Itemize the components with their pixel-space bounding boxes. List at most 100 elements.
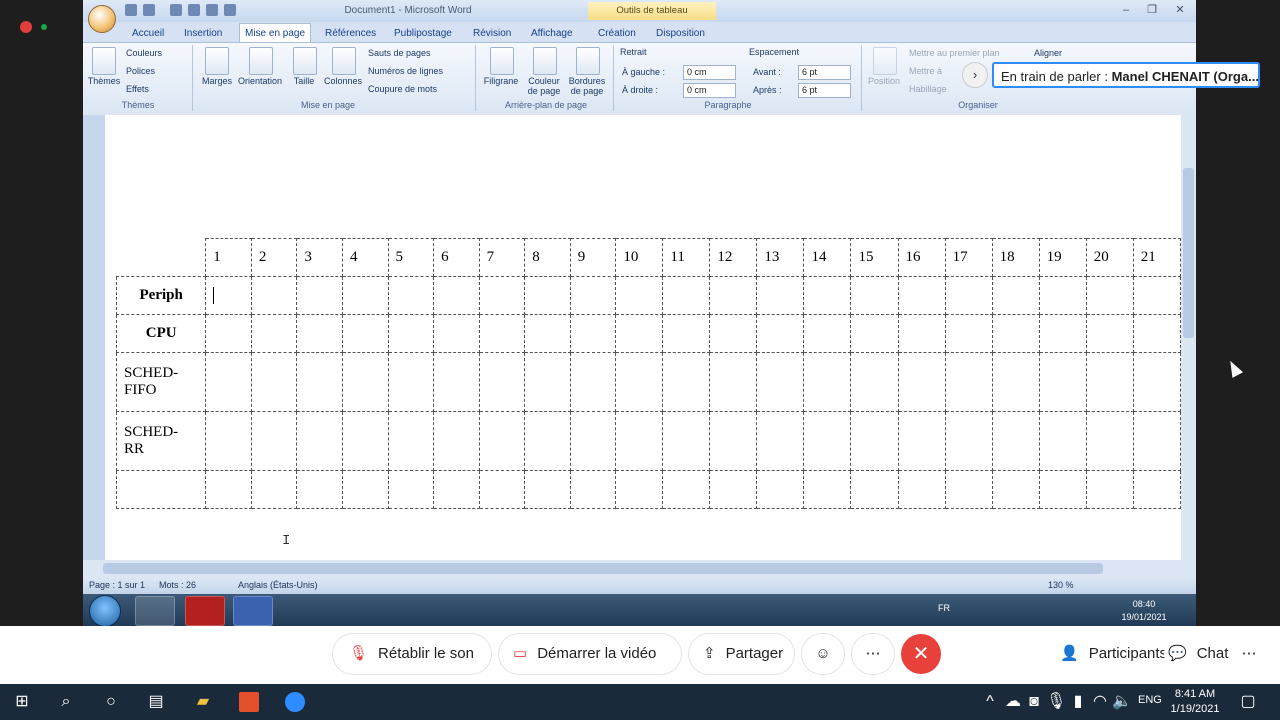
mic-icon[interactable]: 🎙 — [1046, 692, 1066, 712]
table-cell[interactable] — [296, 276, 343, 315]
col-header[interactable]: 17 — [944, 238, 993, 277]
tab-references[interactable]: Références — [325, 25, 376, 42]
clock[interactable]: 08:40 19/01/2021 — [1121, 598, 1167, 624]
table-cell[interactable] — [205, 314, 252, 353]
table-cell[interactable] — [205, 411, 252, 471]
document-page[interactable]: 1 2 3 4 5 6 7 8 9 10 11 12 13 14 15 16 1… — [105, 115, 1181, 560]
table-cell[interactable] — [615, 411, 664, 471]
col-header[interactable]: 2 — [250, 238, 298, 277]
numeros-de-lignes-button[interactable]: Numéros de lignes — [368, 66, 443, 76]
minimize-button[interactable]: – — [1117, 3, 1135, 17]
table-cell[interactable] — [387, 411, 435, 471]
horizontal-scroll-thumb[interactable] — [103, 563, 1103, 574]
clock[interactable]: 8:41 AM 1/19/2021 — [1164, 687, 1226, 717]
col-header[interactable]: 13 — [756, 238, 805, 277]
table-cell[interactable] — [756, 470, 805, 509]
tab-revision[interactable]: Révision — [473, 25, 511, 42]
table-cell[interactable] — [991, 352, 1040, 412]
table-cell[interactable] — [524, 276, 571, 315]
windows-start-icon[interactable]: ⊞ — [12, 692, 32, 712]
table-cell[interactable] — [991, 276, 1040, 315]
table-cell[interactable] — [478, 411, 526, 471]
search-icon[interactable]: ⌕ — [56, 692, 76, 712]
language-status[interactable]: Anglais (États-Unis) — [238, 580, 318, 590]
table-cell[interactable] — [1038, 470, 1087, 509]
table-cell[interactable] — [296, 411, 343, 471]
table-cell[interactable] — [944, 411, 993, 471]
table-cell[interactable] — [1132, 411, 1181, 471]
filigrane-button[interactable]: Filigrane — [479, 76, 523, 86]
tab-affichage[interactable]: Affichage — [531, 25, 573, 42]
col-header[interactable]: 3 — [296, 238, 343, 277]
espacement-apres-input[interactable]: 6 pt — [798, 83, 851, 98]
col-header[interactable]: 9 — [569, 238, 617, 277]
habillage-button[interactable]: Habillage — [909, 84, 947, 94]
table-cell[interactable] — [524, 470, 571, 509]
tab-creation[interactable]: Création — [598, 25, 636, 42]
table-cell[interactable] — [1085, 411, 1134, 471]
marges-button[interactable]: Marges — [197, 76, 237, 86]
zoom-level[interactable]: 130 % — [1048, 580, 1074, 590]
table-cell[interactable] — [205, 276, 252, 315]
redo-icon[interactable] — [170, 4, 182, 16]
table-cell[interactable] — [803, 411, 852, 471]
table-cell[interactable] — [1085, 352, 1134, 412]
table-cell[interactable] — [615, 314, 664, 353]
table-cell[interactable] — [341, 470, 389, 509]
table-cell[interactable] — [433, 470, 480, 509]
table-cell[interactable] — [662, 314, 711, 353]
notification-icon[interactable]: ▢ — [1238, 692, 1258, 712]
table-cell[interactable] — [803, 470, 852, 509]
close-button[interactable]: ✕ — [1171, 3, 1189, 17]
undo-icon[interactable] — [143, 4, 155, 16]
table-cell[interactable] — [569, 352, 617, 412]
volume-icon[interactable]: 🔈 — [1112, 692, 1132, 712]
table-cell[interactable] — [296, 352, 343, 412]
col-header[interactable]: 21 — [1132, 238, 1181, 277]
retrait-gauche-input[interactable]: 0 cm — [683, 65, 736, 80]
chevron-right-icon[interactable]: › — [962, 62, 988, 88]
col-header[interactable]: 16 — [897, 238, 946, 277]
table-cell[interactable] — [478, 470, 526, 509]
table-cell[interactable] — [250, 470, 298, 509]
coupure-de-mots-button[interactable]: Coupure de mots — [368, 84, 437, 94]
table-cell[interactable] — [897, 314, 946, 353]
more-button[interactable]: ⋯ — [852, 634, 894, 674]
col-header[interactable]: 6 — [433, 238, 480, 277]
table-cell[interactable] — [803, 276, 852, 315]
table-cell[interactable] — [991, 314, 1040, 353]
tab-accueil[interactable]: Accueil — [132, 25, 164, 42]
wifi-icon[interactable]: ◠ — [1090, 692, 1110, 712]
arriere-plan-button[interactable]: Mettre à — [909, 66, 942, 76]
table-cell[interactable] — [115, 470, 207, 509]
table-cell[interactable] — [850, 411, 899, 471]
table-cell[interactable] — [615, 352, 664, 412]
table-cell[interactable] — [850, 352, 899, 412]
col-header[interactable]: 7 — [478, 238, 526, 277]
table-cell[interactable] — [944, 470, 993, 509]
table-cell[interactable] — [662, 352, 711, 412]
bordures-de-page-icon[interactable] — [576, 47, 600, 75]
table-cell[interactable] — [709, 411, 758, 471]
table-cell[interactable] — [897, 470, 946, 509]
table-cell[interactable] — [387, 352, 435, 412]
table-cell[interactable] — [944, 314, 993, 353]
table-cell[interactable] — [1132, 314, 1181, 353]
col-header[interactable]: 1 — [205, 238, 252, 277]
cortana-icon[interactable]: ○ — [101, 692, 121, 712]
polices-button[interactable]: Polices — [126, 66, 155, 76]
table-cell[interactable] — [662, 276, 711, 315]
espacement-avant-input[interactable]: 6 pt — [798, 65, 851, 80]
tab-disposition[interactable]: Disposition — [656, 25, 705, 42]
table-cell[interactable] — [615, 276, 664, 315]
effets-button[interactable]: Effets — [126, 84, 149, 94]
more-options-button[interactable]: ⋯ — [1234, 634, 1264, 674]
col-header[interactable]: 14 — [803, 238, 852, 277]
table-cell[interactable] — [433, 276, 480, 315]
vertical-scroll-thumb[interactable] — [1183, 168, 1194, 338]
language-indicator[interactable]: ENG — [1138, 694, 1162, 706]
col-header[interactable]: 15 — [850, 238, 899, 277]
table-cell[interactable] — [709, 352, 758, 412]
table-cell[interactable] — [615, 470, 664, 509]
table-cell[interactable] — [387, 470, 435, 509]
